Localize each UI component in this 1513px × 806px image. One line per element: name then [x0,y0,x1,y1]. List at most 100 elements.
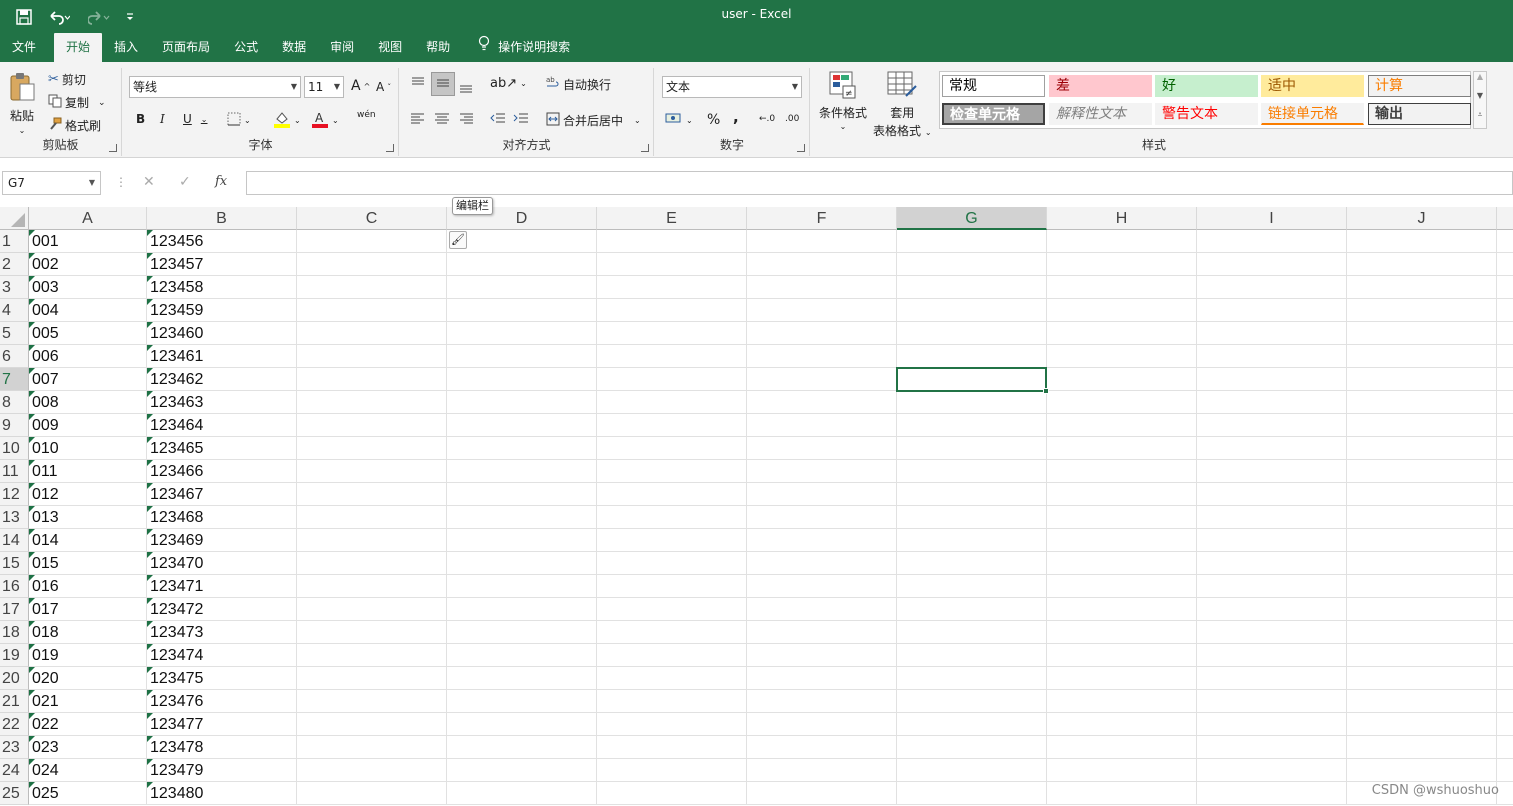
row-header[interactable]: 16 [0,575,29,598]
cell[interactable] [1197,736,1347,759]
cell[interactable] [447,713,597,736]
cell[interactable] [1347,414,1497,437]
column-header-h[interactable]: H [1047,207,1197,230]
cell[interactable]: 002 [29,253,147,276]
row-header[interactable]: 4 [0,299,29,322]
cell[interactable] [1497,690,1513,713]
cell[interactable] [747,736,897,759]
row-header[interactable]: 10 [0,437,29,460]
cell[interactable] [297,667,447,690]
cell[interactable] [747,368,897,391]
cell[interactable] [447,506,597,529]
cell[interactable] [897,391,1047,414]
active-cell-selection[interactable] [896,367,1049,394]
cell[interactable] [897,690,1047,713]
cell[interactable] [1197,552,1347,575]
cell[interactable] [1197,437,1347,460]
cell[interactable] [447,414,597,437]
cell[interactable] [1347,759,1497,782]
cell[interactable] [897,345,1047,368]
decrease-font-button[interactable]: Aˇ [376,80,391,94]
cell[interactable] [1047,299,1197,322]
cell[interactable] [1497,299,1513,322]
cell[interactable] [1497,322,1513,345]
number-launcher-icon[interactable] [797,144,805,152]
cell[interactable] [1497,621,1513,644]
cell[interactable] [1497,345,1513,368]
cell[interactable] [1497,575,1513,598]
cell[interactable]: 123477 [147,713,297,736]
borders-dropdown-icon[interactable]: ⌄ [244,116,251,125]
cell[interactable] [1197,483,1347,506]
cell[interactable] [1047,506,1197,529]
cell[interactable] [1347,575,1497,598]
decrease-decimal-button[interactable]: .00 [785,114,799,124]
gallery-up-icon[interactable]: ▲ [1474,72,1486,91]
cell[interactable] [1047,391,1197,414]
row-header[interactable]: 23 [0,736,29,759]
cell[interactable]: 123459 [147,299,297,322]
cell[interactable]: 123470 [147,552,297,575]
enter-icon[interactable]: ✓ [179,174,191,190]
cell-style-2[interactable]: 好 [1155,75,1258,97]
cell[interactable] [897,644,1047,667]
cell[interactable] [1047,575,1197,598]
row-header[interactable]: 14 [0,529,29,552]
cell[interactable] [1197,713,1347,736]
cell[interactable] [1497,230,1513,253]
tab-home[interactable]: 开始 [54,33,103,62]
copy-button[interactable]: 复制 ⌄ [48,94,106,111]
cell[interactable] [1047,368,1197,391]
alignment-launcher-icon[interactable] [641,144,649,152]
cell[interactable] [1497,368,1513,391]
cell[interactable] [447,644,597,667]
row-header[interactable]: 21 [0,690,29,713]
cell[interactable] [1197,368,1347,391]
cell[interactable] [447,529,597,552]
cell[interactable] [747,483,897,506]
cell[interactable] [447,230,597,253]
cell[interactable]: 025 [29,782,147,805]
cell[interactable] [1497,713,1513,736]
tell-me-search[interactable]: 操作说明搜索 [462,33,582,62]
column-header-b[interactable]: B [147,207,297,230]
cell[interactable] [1047,713,1197,736]
cell[interactable] [747,667,897,690]
cell[interactable] [1197,644,1347,667]
cell[interactable] [1497,736,1513,759]
cell[interactable] [1497,391,1513,414]
comma-button[interactable]: , [733,108,739,126]
cell[interactable]: 123472 [147,598,297,621]
cell[interactable] [747,759,897,782]
orientation-dropdown-icon[interactable]: ⌄ [520,79,527,88]
cell[interactable] [747,437,897,460]
cell[interactable] [447,460,597,483]
cell[interactable]: 123458 [147,276,297,299]
font-size-select[interactable]: 11 ▼ [304,76,344,98]
cell[interactable] [897,782,1047,805]
underline-dropdown-icon[interactable]: ⌄ [201,115,208,124]
column-header-f[interactable]: F [747,207,897,230]
cell[interactable]: 003 [29,276,147,299]
gallery-more-icon[interactable]: ⩡ [1474,110,1486,128]
paste-dropdown-icon[interactable]: ⌄ [19,126,26,135]
cell[interactable] [897,598,1047,621]
cell[interactable] [1047,253,1197,276]
cell[interactable]: 017 [29,598,147,621]
cell[interactable]: 123462 [147,368,297,391]
cell[interactable] [1347,483,1497,506]
cell[interactable]: 123479 [147,759,297,782]
cell[interactable] [447,759,597,782]
cell[interactable] [1047,644,1197,667]
cell[interactable]: 123469 [147,529,297,552]
cell[interactable] [897,276,1047,299]
cell[interactable] [297,506,447,529]
cell-style-9[interactable]: 输出 [1368,103,1471,125]
cell[interactable] [297,322,447,345]
cell[interactable] [897,575,1047,598]
cell[interactable] [597,276,747,299]
cell[interactable] [1197,621,1347,644]
cell[interactable] [1347,253,1497,276]
cell[interactable] [897,322,1047,345]
decrease-indent-button[interactable] [490,112,506,127]
